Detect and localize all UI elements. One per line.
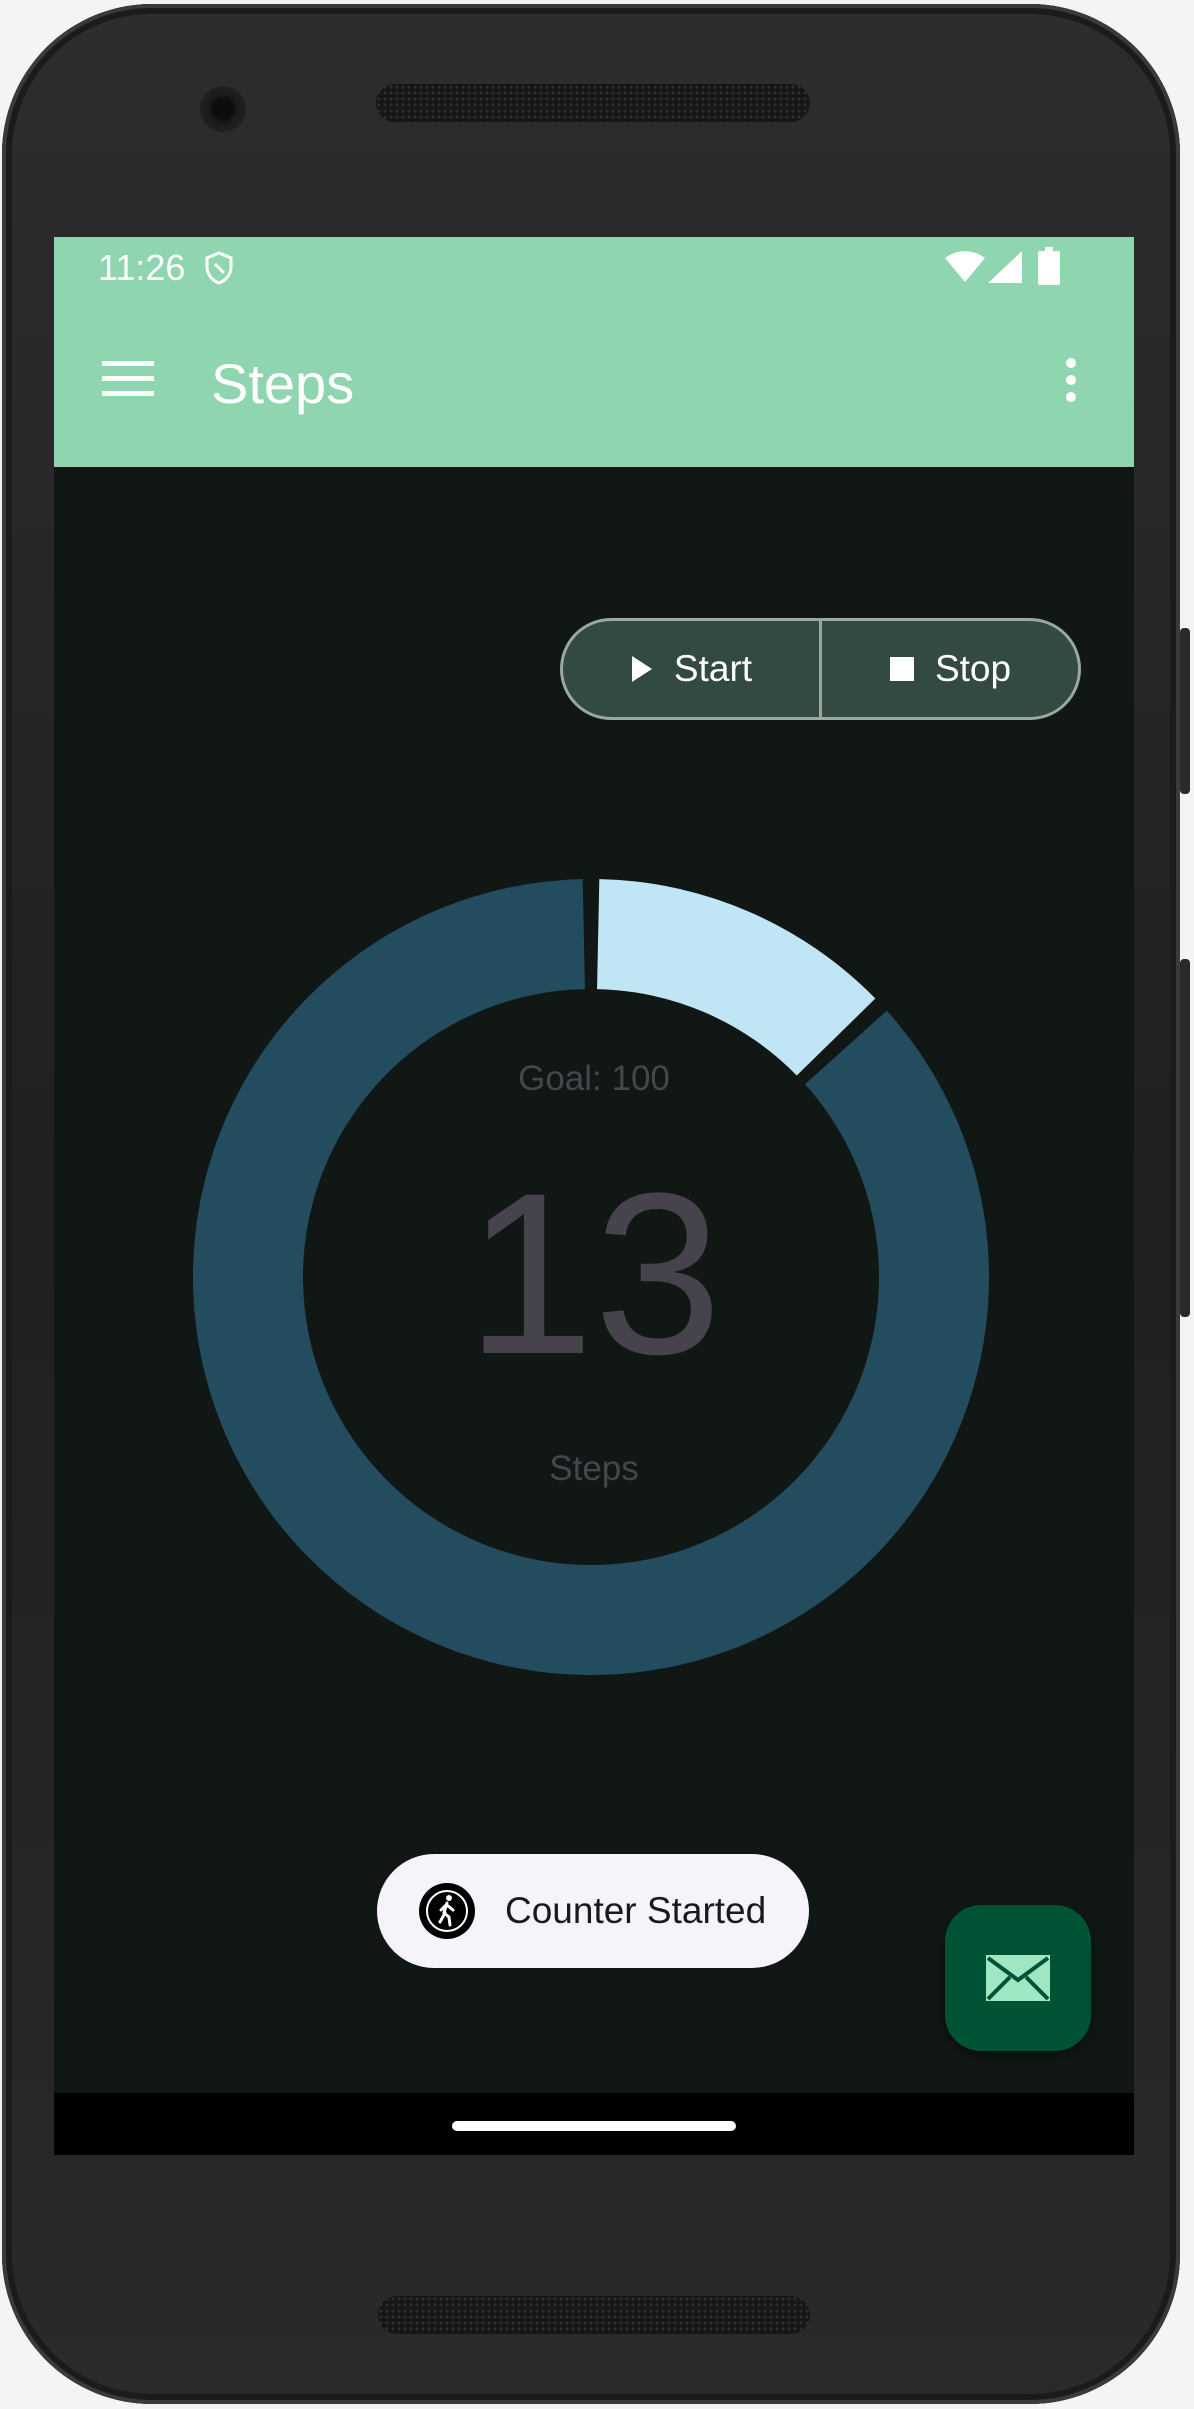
toast: Counter Started (377, 1854, 809, 1968)
stop-label: Stop (934, 648, 1012, 689)
walking-person-icon (419, 1883, 475, 1939)
home-handle[interactable] (452, 2121, 736, 2131)
battery-icon (1038, 247, 1060, 285)
start-button[interactable]: Start (563, 621, 819, 717)
top-speaker (376, 84, 810, 122)
wifi-icon (945, 251, 985, 282)
app-title: Steps (211, 352, 355, 415)
power-button (1180, 628, 1190, 794)
mail-fab[interactable] (945, 1905, 1091, 2051)
mail-icon (986, 1955, 1050, 2001)
volume-button (1180, 959, 1190, 1317)
play-icon (631, 656, 652, 682)
screen: 11:26 Steps Start Stop Goal: 100 13 Step… (54, 237, 1134, 2155)
ring-progress-arc (597, 879, 876, 1076)
start-label: Start (673, 648, 753, 689)
front-camera (200, 86, 246, 132)
phone-frame: 11:26 Steps Start Stop Goal: 100 13 Step… (2, 4, 1190, 2404)
status-time: 11:26 (98, 247, 186, 288)
overflow-menu-icon[interactable] (1065, 357, 1077, 403)
steps-unit-label: Steps (549, 1449, 639, 1488)
navigation-bar (54, 2093, 1134, 2155)
goal-label: Goal: 100 (518, 1059, 670, 1098)
app-bar: Steps (54, 299, 1134, 467)
step-count: 13 (466, 1145, 722, 1402)
stop-icon (889, 657, 914, 681)
stop-button[interactable]: Stop (819, 621, 1078, 717)
bottom-speaker (378, 2296, 810, 2334)
shield-icon (205, 251, 233, 285)
counter-controls: Start Stop (560, 618, 1081, 720)
toast-message: Counter Started (505, 1890, 767, 1931)
status-bar: 11:26 (54, 237, 1134, 299)
signal-icon (988, 251, 1022, 283)
menu-icon[interactable] (102, 359, 154, 399)
